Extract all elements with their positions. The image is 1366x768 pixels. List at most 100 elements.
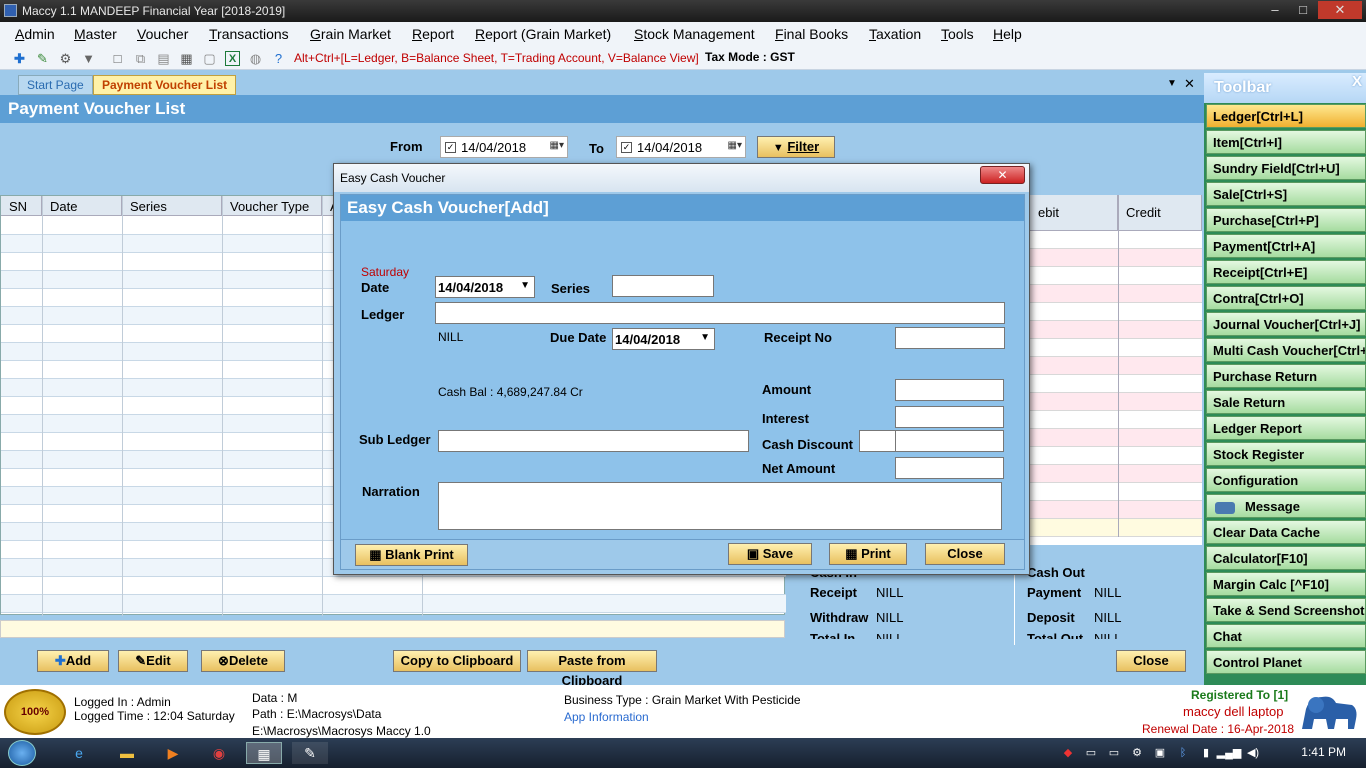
sidebar-item-journal-voucher[interactable]: Journal Voucher[Ctrl+J] (1206, 312, 1366, 336)
calendar-dropdown-icon[interactable]: ▦▾ (550, 140, 564, 151)
globe-icon[interactable]: ◍ (248, 51, 263, 66)
start-button-icon[interactable] (8, 740, 36, 766)
sidebar-item-take-send-screenshot[interactable]: Take & Send Screenshot (1206, 598, 1366, 622)
calendar-dropdown-icon[interactable]: ▦▾ (728, 140, 742, 151)
ledger-row[interactable] (1030, 249, 1202, 267)
menu-admin[interactable]: Admin (15, 26, 55, 42)
print-button[interactable]: ▦ Print (829, 543, 907, 565)
menu-transactions[interactable]: Transactions (209, 26, 289, 42)
receipt-no-input[interactable] (895, 327, 1005, 349)
maccy-app-icon[interactable]: ▦ (246, 742, 282, 764)
ledger-row[interactable] (1030, 303, 1202, 321)
sidebar-item-clear-data-cache[interactable]: Clear Data Cache (1206, 520, 1366, 544)
col-date[interactable]: Date (42, 196, 122, 216)
cash-discount-input[interactable] (895, 430, 1004, 452)
clock[interactable]: 1:41 PM (1301, 745, 1346, 759)
excel-icon[interactable]: X (225, 51, 240, 66)
media-player-icon[interactable]: ▶ (160, 742, 186, 764)
sidebar-item-ledger-report[interactable]: Ledger Report (1206, 416, 1366, 440)
print-icon[interactable]: ▦ (179, 51, 194, 66)
ledger-row[interactable] (1030, 483, 1202, 501)
paste-from-clipboard-button[interactable]: Paste from Clipboard (527, 650, 657, 688)
table-row[interactable] (1, 595, 786, 613)
edit-button[interactable]: ✎Edit (118, 650, 188, 672)
ledger-row[interactable] (1030, 267, 1202, 285)
sidebar-item-payment[interactable]: Payment[Ctrl+A] (1206, 234, 1366, 258)
net-amount-input[interactable] (895, 457, 1004, 479)
save-button[interactable]: ▣ Save (728, 543, 812, 565)
sidebar-item-contra[interactable]: Contra[Ctrl+O] (1206, 286, 1366, 310)
network-icon[interactable]: ▂▄▆ (1216, 742, 1242, 764)
menu-voucher[interactable]: Voucher (137, 26, 188, 42)
sidebar-item-purchase[interactable]: Purchase[Ctrl+P] (1206, 208, 1366, 232)
delete-button[interactable]: ⊗Delete (201, 650, 285, 672)
ledger-input[interactable] (435, 302, 1005, 324)
col-voucher-type[interactable]: Voucher Type (222, 196, 322, 216)
menu-tools[interactable]: Tools (941, 26, 974, 42)
dialog-close-button[interactable]: Close (925, 543, 1005, 565)
sidebar-item-control-planet[interactable]: Control Planet (1206, 650, 1366, 674)
tab-payment-voucher-list[interactable]: Payment Voucher List (93, 75, 237, 95)
sidebar-item-margin-calc[interactable]: Margin Calc [^F10] (1206, 572, 1366, 596)
menu-grain-market[interactable]: Grain Market (310, 26, 391, 42)
add-icon[interactable]: ✚ (12, 51, 27, 66)
ledger-row[interactable] (1030, 321, 1202, 339)
ledger-row[interactable] (1030, 501, 1202, 519)
to-date-checkbox[interactable]: ✓ (621, 142, 632, 153)
menu-report-grain-market[interactable]: Report (Grain Market) (475, 26, 611, 42)
cash-discount-percent-input[interactable] (859, 430, 896, 452)
ledger-row[interactable] (1030, 285, 1202, 303)
col-sn[interactable]: SN (1, 196, 42, 216)
series-input[interactable] (612, 275, 714, 297)
date-picker[interactable]: 14/04/2018 ▼ (435, 276, 535, 298)
sidebar-item-message[interactable]: Message (1206, 494, 1366, 518)
to-date-picker[interactable]: ✓ 14/04/2018 ▦▾ (616, 136, 746, 158)
filter-button[interactable]: ▼ Filter (757, 136, 835, 158)
app-information-link[interactable]: App Information (564, 710, 649, 724)
menu-help[interactable]: Help (993, 26, 1022, 42)
sidebar-item-sale[interactable]: Sale[Ctrl+S] (1206, 182, 1366, 206)
minimize-button[interactable]: – (1262, 1, 1288, 19)
filter-icon[interactable]: ▼ (81, 51, 96, 66)
close-button[interactable]: Close (1116, 650, 1186, 672)
sub-ledger-input[interactable] (438, 430, 749, 452)
maximize-button[interactable]: □ (1290, 1, 1316, 19)
ledger-row[interactable] (1030, 447, 1202, 465)
paste-icon[interactable]: ▤ (156, 51, 171, 66)
menu-master[interactable]: Master (74, 26, 117, 42)
sidebar-item-sale-return[interactable]: Sale Return (1206, 390, 1366, 414)
col-debit[interactable]: ebit (1030, 195, 1118, 231)
col-credit[interactable]: Credit (1118, 195, 1202, 231)
settings-icon[interactable]: ⚙ (58, 51, 73, 66)
sidebar-item-ledger[interactable]: Ledger[Ctrl+L] (1206, 104, 1366, 128)
edit-icon[interactable]: ✎ (35, 51, 50, 66)
ledger-row[interactable] (1030, 411, 1202, 429)
ledger-row[interactable] (1030, 465, 1202, 483)
menu-taxation[interactable]: Taxation (869, 26, 921, 42)
due-date-picker[interactable]: 14/04/2018 ▼ (612, 328, 715, 350)
sidebar-item-stock-register[interactable]: Stock Register (1206, 442, 1366, 466)
menu-final-books[interactable]: Final Books (775, 26, 848, 42)
interest-input[interactable] (895, 406, 1004, 428)
dialog-close-icon[interactable]: ✕ (980, 166, 1025, 184)
tab-close-icon[interactable]: ✕ (1184, 76, 1195, 92)
amount-input[interactable] (895, 379, 1004, 401)
window-close-button[interactable]: ✕ (1318, 1, 1362, 19)
chevron-down-icon[interactable]: ▼ (520, 280, 530, 291)
tab-start-page[interactable]: Start Page (18, 75, 93, 95)
copy-icon[interactable]: ⧉ (133, 51, 148, 66)
add-button[interactable]: ✚Add (37, 650, 109, 672)
ledger-row[interactable] (1030, 231, 1202, 249)
volume-icon[interactable]: ◀) (1240, 742, 1266, 764)
sidebar-item-chat[interactable]: Chat (1206, 624, 1366, 648)
col-series[interactable]: Series (122, 196, 222, 216)
copy-to-clipboard-button[interactable]: Copy to Clipboard (393, 650, 521, 672)
sidebar-item-item[interactable]: Item[Ctrl+I] (1206, 130, 1366, 154)
chrome-icon[interactable]: ◉ (206, 742, 232, 764)
from-date-checkbox[interactable]: ✓ (445, 142, 456, 153)
internet-explorer-icon[interactable]: e (66, 742, 92, 764)
menu-report[interactable]: Report (412, 26, 454, 42)
narration-textarea[interactable] (438, 482, 1002, 530)
ledger-row[interactable] (1030, 393, 1202, 411)
ledger-row[interactable] (1030, 429, 1202, 447)
